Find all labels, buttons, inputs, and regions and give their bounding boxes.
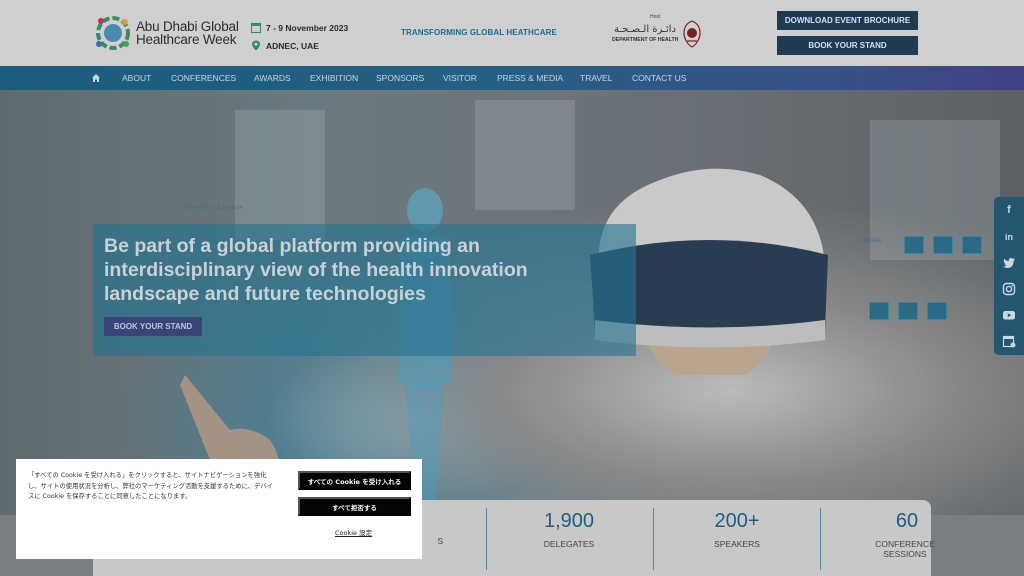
hero-title: Be part of a global platform providing a…: [104, 235, 528, 305]
book-stand-hero-button[interactable]: BOOK YOUR STAND: [104, 317, 202, 336]
hud-tile: [898, 302, 918, 320]
nav-item-sponsors[interactable]: SPONSORS: [376, 73, 424, 83]
logo-line-2: Healthcare Week: [136, 32, 237, 47]
nav-item-about[interactable]: ABOUT: [122, 73, 151, 83]
background-window: [235, 110, 325, 240]
host-department: DEPARTMENT OF HEALTH: [612, 37, 679, 43]
stat-value: 200+: [714, 510, 760, 532]
stat-divider: [486, 508, 487, 570]
cookie-consent-banner: 「すべての Cookie を受け入れる」をクリックすると、サイトナビゲーションを…: [16, 459, 422, 559]
calendar-icon: [251, 23, 261, 33]
calendar-add-icon[interactable]: [1002, 334, 1016, 348]
host-label: Host: [650, 14, 661, 20]
stat-sessions: 60 CONFERENCE SESSIONS: [863, 510, 947, 559]
nav-item-visitor[interactable]: VISITOR: [443, 73, 477, 83]
event-logo-text[interactable]: Abu Dhabi Global Healthcare Week: [136, 20, 239, 47]
linkedin-icon[interactable]: in: [1002, 230, 1016, 244]
nav-item-press-media[interactable]: PRESS & MEDIA: [497, 73, 563, 83]
stat-divider: [820, 508, 821, 570]
stat-value: 60: [895, 510, 919, 532]
hud-tile: [933, 236, 953, 254]
hud-tile: [927, 302, 947, 320]
hud-tile: [962, 236, 982, 254]
stat-label: SPEAKERS: [714, 539, 760, 549]
host-logo[interactable]: Host دائـرة الـصـحـة DEPARTMENT OF HEALT…: [612, 14, 707, 52]
social-sidebar: f in: [994, 197, 1024, 355]
hero-banner: QUANTIZE POLAR W-Z4 LOCATE Be part of a …: [0, 90, 1024, 515]
nav-item-contact-us[interactable]: CONTACT US: [632, 73, 686, 83]
stat-delegates: 1,900 DELEGATES: [519, 510, 619, 549]
hud-text: QUANTIZE POLAR W-Z4: [185, 205, 243, 211]
location-pin-icon: [252, 40, 260, 51]
stat-label: CONFERENCE SESSIONS: [875, 539, 935, 559]
event-info: 7 - 9 November 2023 ADNEC, UAE: [251, 20, 348, 56]
hud-tile: [869, 302, 889, 320]
instagram-icon[interactable]: [1002, 282, 1016, 296]
stat-speakers: 200+ SPEAKERS: [687, 510, 787, 549]
nav-item-travel[interactable]: TRAVEL: [580, 73, 612, 83]
tagline: TRANSFORMING GLOBAL HEATHCARE: [401, 28, 557, 37]
facebook-icon[interactable]: f: [1002, 203, 1016, 217]
twitter-icon[interactable]: [1002, 256, 1016, 270]
accept-all-cookies-button[interactable]: すべての Cookie を受け入れる: [298, 471, 411, 490]
main-nav: ABOUT CONFERENCES AWARDS EXHIBITION SPON…: [0, 66, 1024, 90]
falcon-emblem-icon: [683, 20, 701, 48]
site-header: Abu Dhabi Global Healthcare Week 7 - 9 N…: [0, 0, 1024, 66]
download-brochure-button[interactable]: DOWNLOAD EVENT BROCHURE: [777, 11, 918, 30]
nav-item-awards[interactable]: AWARDS: [254, 73, 291, 83]
reject-all-cookies-button[interactable]: すべて拒否する: [298, 497, 411, 516]
event-date: 7 - 9 November 2023: [266, 22, 349, 33]
event-venue: ADNEC, UAE: [266, 40, 319, 51]
cookie-settings-link[interactable]: Cookie 設定: [335, 527, 372, 537]
background-window: [475, 100, 575, 210]
host-arabic-name: دائـرة الـصـحـة: [614, 24, 676, 35]
nav-item-exhibition[interactable]: EXHIBITION: [310, 73, 358, 83]
event-logo[interactable]: [93, 14, 133, 52]
cookie-message: 「すべての Cookie を受け入れる」をクリックすると、サイトナビゲーションを…: [28, 472, 273, 500]
stat-label: DELEGATES: [543, 539, 595, 549]
nav-item-conferences[interactable]: CONFERENCES: [171, 73, 236, 83]
hud-text: LOCATE: [862, 238, 882, 244]
stat-value: 1,900: [543, 510, 595, 532]
book-stand-header-button[interactable]: BOOK YOUR STAND: [777, 36, 918, 55]
hero-content-box: Be part of a global platform providing a…: [93, 224, 636, 356]
hud-tile: [904, 236, 924, 254]
home-icon[interactable]: [91, 73, 101, 83]
stat-divider: [653, 508, 654, 570]
youtube-icon[interactable]: [1002, 308, 1016, 322]
